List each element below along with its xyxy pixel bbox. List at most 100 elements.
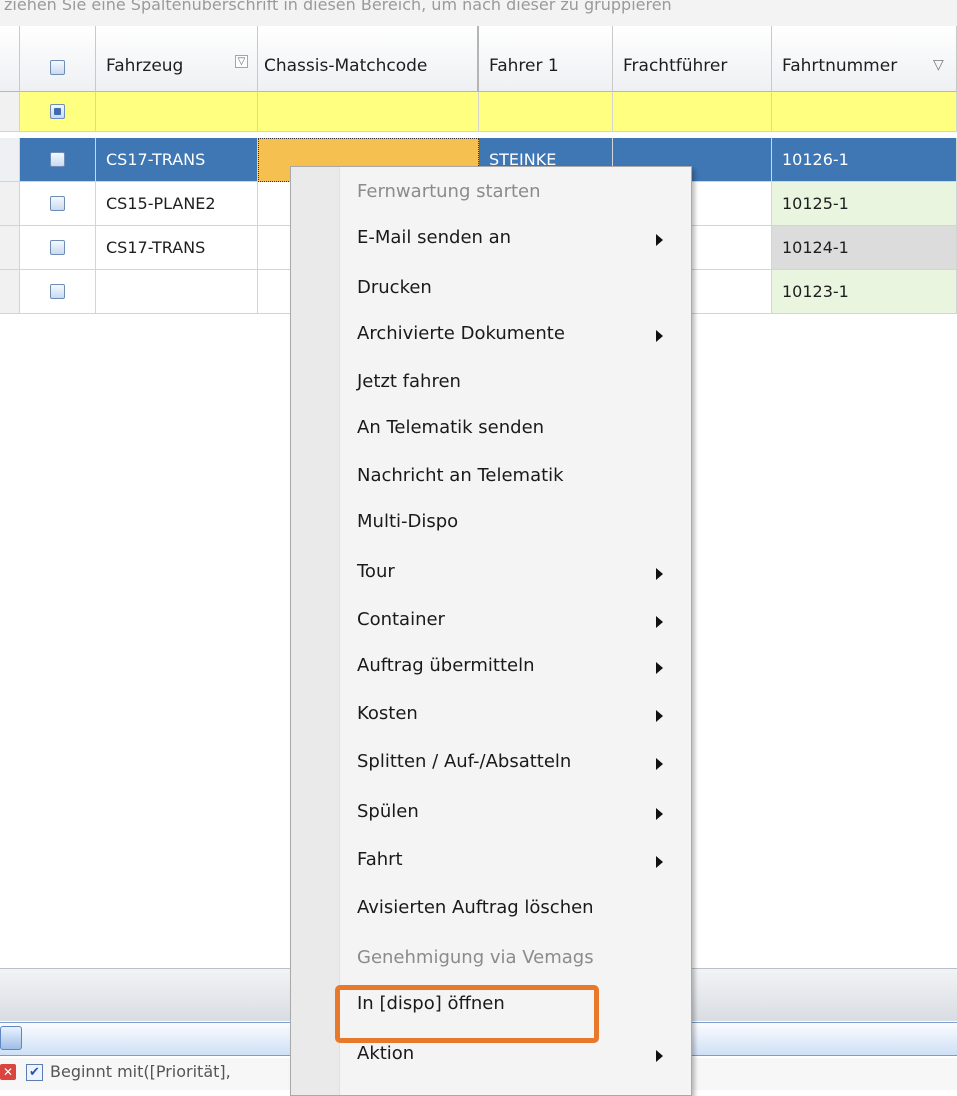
row-indicator[interactable]	[0, 226, 20, 270]
context-menu-item-label: Multi-Dispo	[357, 511, 459, 532]
context-menu-item[interactable]: Multi-Dispo	[291, 501, 691, 547]
context-menu-item: Genehmigung via Vemags	[291, 937, 691, 983]
context-menu: Fernwartung starten E-Mail senden an Druck…	[290, 166, 692, 1096]
context-menu-item[interactable]: Jetzt fahren	[291, 361, 691, 407]
select-all-checkbox[interactable]	[49, 60, 65, 75]
context-menu-item-label: Archivierte Dokumente	[357, 323, 565, 344]
scrollbar-thumb[interactable]	[0, 1026, 22, 1050]
cell-fahrtnummer[interactable]: 10126-1	[772, 138, 957, 182]
submenu-arrow-icon	[656, 710, 663, 722]
context-menu-item[interactable]: Tour	[291, 551, 691, 597]
context-menu-item-label: Spülen	[357, 801, 419, 822]
submenu-arrow-icon	[656, 808, 663, 820]
context-menu-item-label: Container	[357, 609, 445, 630]
cell-value: 10124-1	[782, 238, 849, 257]
context-menu-item-label: Genehmigung via Vemags	[357, 947, 594, 968]
column-header-label: Fahrtnummer	[782, 56, 898, 76]
row-checkbox-cell[interactable]	[20, 270, 96, 314]
filter-cell-fahrer[interactable]	[479, 92, 613, 132]
context-menu-item[interactable]: Nachricht an Telematik	[291, 455, 691, 501]
select-all-header[interactable]	[20, 26, 96, 92]
filter-cell-chassis[interactable]	[258, 92, 479, 132]
cell-fahrtnummer[interactable]: 10125-1	[772, 182, 957, 226]
cell-value: CS17-TRANS	[106, 238, 206, 257]
context-menu-item[interactable]: Spülen	[291, 791, 691, 837]
column-header-label: Fahrzeug	[106, 56, 184, 76]
context-menu-item-label: Aktion	[357, 1043, 415, 1064]
context-menu-item[interactable]: Splitten / Auf-/Absatteln	[291, 741, 691, 787]
cell-value: 10125-1	[782, 194, 849, 213]
context-menu-item[interactable]: Avisierten Auftrag löschen	[291, 887, 691, 933]
filter-enabled-checkbox[interactable]: ✔	[26, 1064, 43, 1081]
context-menu-item-label: Fahrt	[357, 849, 403, 870]
context-menu-item[interactable]: An Telematik senden	[291, 407, 691, 453]
context-menu-item-label: Avisierten Auftrag löschen	[357, 897, 594, 918]
filter-checkbox-cell[interactable]	[20, 92, 96, 132]
filter-cell-fahrtnummer[interactable]	[772, 92, 957, 132]
context-menu-item-label: Drucken	[357, 277, 432, 298]
column-header-label: Frachtführer	[623, 56, 728, 76]
context-menu-item[interactable]: E-Mail senden an	[291, 217, 691, 263]
cell-fahrzeug[interactable]	[96, 270, 258, 314]
cell-fahrtnummer[interactable]: 10124-1	[772, 226, 957, 270]
filter-expression-text[interactable]: Beginnt mit([Priorität],	[50, 1062, 231, 1081]
column-header-label: Fahrer 1	[489, 56, 559, 76]
column-header-chassis-matchcode[interactable]: Chassis-Matchcode	[258, 26, 479, 92]
filter-funnel-icon[interactable]: ▽	[235, 55, 248, 68]
highlight-annotation	[335, 985, 599, 1043]
row-indicator-header	[0, 26, 20, 92]
context-menu-item-label: Kosten	[357, 703, 418, 724]
context-menu-item[interactable]: Archivierte Dokumente	[291, 313, 691, 359]
context-menu-item-label: Jetzt fahren	[357, 371, 461, 392]
submenu-arrow-icon	[656, 856, 663, 868]
row-checkbox-cell[interactable]	[20, 226, 96, 270]
context-menu-item[interactable]: Fahrt	[291, 839, 691, 885]
cell-value: CS15-PLANE2	[106, 194, 216, 213]
cell-fahrzeug[interactable]: CS15-PLANE2	[96, 182, 258, 226]
row-indicator[interactable]	[0, 270, 20, 314]
row-indicator[interactable]	[0, 182, 20, 226]
cell-fahrzeug[interactable]: CS17-TRANS	[96, 138, 258, 182]
context-menu-item[interactable]: Kosten	[291, 693, 691, 739]
filter-funnel-icon[interactable]: ▽	[933, 57, 944, 73]
filter-row	[0, 92, 957, 132]
clear-filter-icon[interactable]: ✕	[0, 1064, 16, 1080]
row-checkbox[interactable]	[49, 151, 65, 167]
column-header-label: Chassis-Matchcode	[264, 56, 428, 76]
row-indicator[interactable]	[0, 138, 20, 182]
filter-cell-fahrzeug[interactable]	[96, 92, 258, 132]
filter-checkbox[interactable]	[49, 103, 65, 119]
context-menu-item[interactable]: Container	[291, 599, 691, 645]
row-checkbox[interactable]	[49, 195, 65, 211]
cell-value: 10126-1	[782, 150, 849, 169]
context-menu-item: Fernwartung starten	[291, 171, 691, 217]
filter-cell-frachtfuehrer[interactable]	[613, 92, 772, 132]
context-menu-item-label: E-Mail senden an	[357, 227, 512, 248]
row-checkbox-cell[interactable]	[20, 138, 96, 182]
row-checkbox[interactable]	[49, 283, 65, 299]
filter-row-indicator	[0, 92, 20, 132]
cell-value: 10123-1	[782, 282, 849, 301]
submenu-arrow-icon	[656, 568, 663, 580]
submenu-arrow-icon	[656, 1050, 663, 1062]
context-menu-item-label: Fernwartung starten	[357, 181, 541, 202]
row-checkbox-cell[interactable]	[20, 182, 96, 226]
column-header-fahrzeug[interactable]: Fahrzeug ▽	[96, 26, 258, 92]
cell-fahrzeug[interactable]: CS17-TRANS	[96, 226, 258, 270]
group-by-hint-text: ziehen Sie eine Spaltenüberschrift in di…	[4, 0, 672, 14]
context-menu-item-label: An Telematik senden	[357, 417, 545, 438]
cell-value: CS17-TRANS	[106, 150, 206, 169]
column-header-fahrtnummer[interactable]: Fahrtnummer ▽	[772, 26, 957, 92]
submenu-arrow-icon	[656, 616, 663, 628]
context-menu-item-label: Nachricht an Telematik	[357, 465, 564, 486]
row-checkbox[interactable]	[49, 239, 65, 255]
cell-fahrtnummer[interactable]: 10123-1	[772, 270, 957, 314]
submenu-arrow-icon	[656, 758, 663, 770]
column-header-fahrer-1[interactable]: Fahrer 1	[479, 26, 613, 92]
submenu-arrow-icon	[656, 234, 663, 246]
context-menu-item-label: Auftrag übermitteln	[357, 655, 535, 676]
context-menu-item[interactable]: Drucken	[291, 267, 691, 313]
column-header-frachtfuehrer[interactable]: Frachtführer	[613, 26, 772, 92]
context-menu-item[interactable]: Auftrag übermitteln	[291, 645, 691, 691]
submenu-arrow-icon	[656, 662, 663, 674]
